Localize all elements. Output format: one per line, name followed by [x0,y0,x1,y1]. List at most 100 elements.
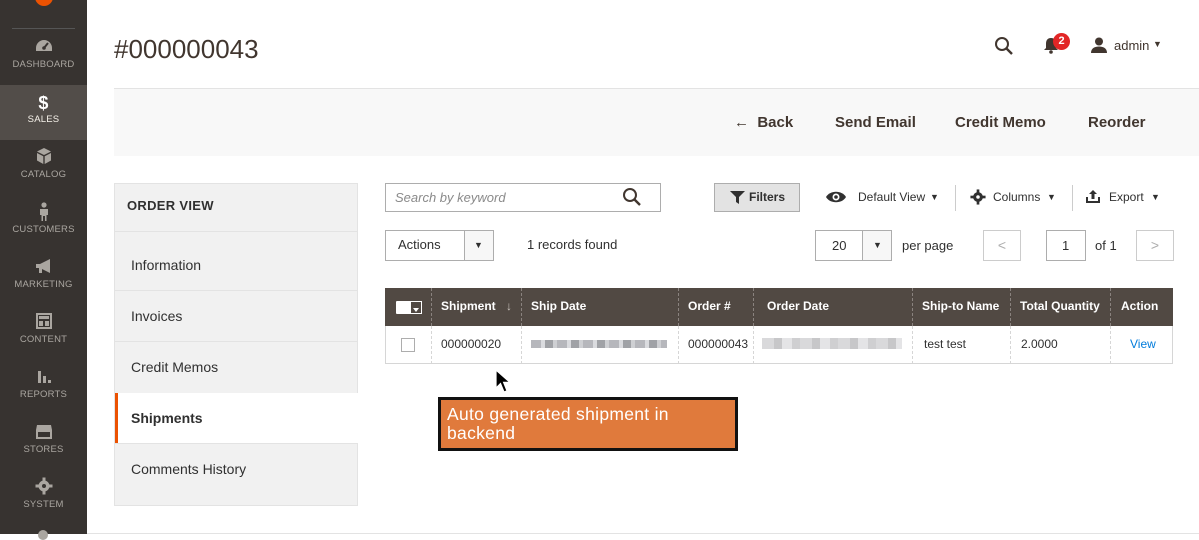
gear-icon[interactable] [970,189,986,205]
columns-dropdown[interactable]: Columns [993,190,1040,204]
tab-credit-memos[interactable]: Credit Memos [131,359,218,375]
page-count-label: of 1 [1095,238,1117,253]
cell-order-number: 000000043 [688,337,749,351]
cube-icon [0,147,87,169]
current-page-value: 1 [1062,238,1070,253]
column-header-ship-to-name[interactable]: Ship-to Name [922,299,999,313]
sidebar-item-label: MARKETING [14,279,73,290]
dollar-icon: $ [38,93,49,113]
person-icon [0,202,87,224]
column-divider [678,326,679,364]
funnel-icon [730,191,745,204]
sidebar-item-marketing[interactable]: MARKETING [0,250,87,305]
admin-sidebar: DASHBOARD $ SALES CATALOG CUSTOMERS MARK… [0,0,87,540]
dashboard-icon [0,37,87,59]
tab-invoices[interactable]: Invoices [131,308,182,324]
annotation-callout: Auto generated shipment in backend [438,397,738,451]
search-placeholder: Search by keyword [395,190,506,205]
content-icon [0,312,87,334]
mass-actions-label: Actions [398,237,441,252]
sidebar-item-label: CATALOG [20,169,67,180]
chevron-down-icon[interactable]: ▼ [1153,39,1162,49]
credit-memo-button[interactable]: Credit Memo [955,114,1046,131]
user-icon[interactable] [1091,37,1107,53]
store-icon [0,422,87,444]
column-divider [753,326,754,364]
column-divider [912,288,913,326]
view-link[interactable]: View [1130,337,1156,351]
column-header-order-date[interactable]: Order Date [767,299,829,313]
chevron-down-icon[interactable] [410,301,422,314]
chevron-down-icon[interactable]: ▼ [1151,192,1160,202]
tab-comments-history[interactable]: Comments History [131,461,246,477]
sort-arrow-icon[interactable]: ↓ [506,299,512,313]
column-divider [1010,326,1011,364]
sidebar-item-label: SALES [27,114,60,125]
previous-page-button[interactable]: < [983,230,1021,261]
sidebar-item-dashboard[interactable]: DASHBOARD [0,30,87,85]
mouse-pointer-icon [495,368,513,395]
sidebar-item-label: REPORTS [19,389,68,400]
sidebar-item-customers[interactable]: CUSTOMERS [0,195,87,250]
cell-shipment: 000000020 [441,337,502,351]
export-icon[interactable] [1085,190,1101,204]
sidebar-divider [12,28,75,29]
admin-user-name[interactable]: admin [1114,38,1149,53]
chevron-right-icon: > [1150,237,1160,253]
chevron-down-icon[interactable]: ▼ [930,192,939,202]
chevron-left-icon: < [997,237,1007,253]
next-page-button[interactable]: > [1136,230,1174,261]
divider [1072,185,1073,211]
column-header-total-quantity[interactable]: Total Quantity [1020,299,1100,313]
cell-total-quantity: 2.0000 [1021,337,1058,351]
cell-order-date-redacted [762,338,902,349]
sidebar-item-label: CUSTOMERS [12,224,75,235]
order-view-heading: ORDER VIEW [127,198,214,213]
column-header-shipment[interactable]: Shipment [441,299,496,313]
sidebar-item-system[interactable]: SYSTEM [0,470,87,525]
sidebar-item-sales[interactable]: $ SALES [0,85,87,140]
column-divider [431,288,432,326]
magento-logo-icon[interactable] [35,0,53,6]
bar-chart-icon [0,367,87,389]
eye-icon[interactable] [826,190,846,204]
filters-label: Filters [749,190,786,204]
tab-shipments[interactable]: Shipments [131,410,203,426]
search-icon[interactable] [622,187,642,207]
row-checkbox[interactable] [401,338,415,352]
notification-count-badge[interactable]: 2 [1053,33,1070,50]
export-dropdown[interactable]: Export [1109,190,1144,204]
sidebar-item-label: CONTENT [19,334,68,345]
back-button[interactable]: ← Back [734,114,793,131]
column-divider [521,288,522,326]
page-title: #000000043 [114,34,259,64]
megaphone-icon [0,257,87,279]
default-view-dropdown[interactable]: Default View [858,190,925,204]
search-icon[interactable] [994,36,1014,56]
send-email-button[interactable]: Send Email [835,114,916,131]
per-page-value: 20 [832,238,847,253]
tab-information[interactable]: Information [131,257,201,273]
divider [115,290,357,291]
sidebar-more-icon[interactable] [38,530,48,540]
divider [115,231,357,232]
sidebar-item-content[interactable]: CONTENT [0,305,87,360]
arrow-left-icon: ← [734,114,758,131]
sidebar-item-reports[interactable]: REPORTS [0,360,87,415]
chevron-down-icon[interactable]: ▼ [474,240,483,250]
chevron-down-icon[interactable]: ▼ [1047,192,1056,202]
column-header-action: Action [1121,299,1159,313]
sidebar-item-label: STORES [23,444,64,455]
divider [115,341,357,342]
sidebar-item-catalog[interactable]: CATALOG [0,140,87,195]
column-divider [1010,288,1011,326]
column-divider [1110,288,1111,326]
records-found-count: 1 records found [527,237,618,252]
sidebar-item-stores[interactable]: STORES [0,415,87,470]
column-header-order-number[interactable]: Order # [688,299,731,313]
reorder-button[interactable]: Reorder [1088,114,1146,131]
chevron-down-icon[interactable]: ▼ [873,240,882,250]
column-header-ship-date[interactable]: Ship Date [531,299,586,313]
sidebar-item-label: DASHBOARD [12,59,75,70]
back-button-label: Back [757,114,794,131]
